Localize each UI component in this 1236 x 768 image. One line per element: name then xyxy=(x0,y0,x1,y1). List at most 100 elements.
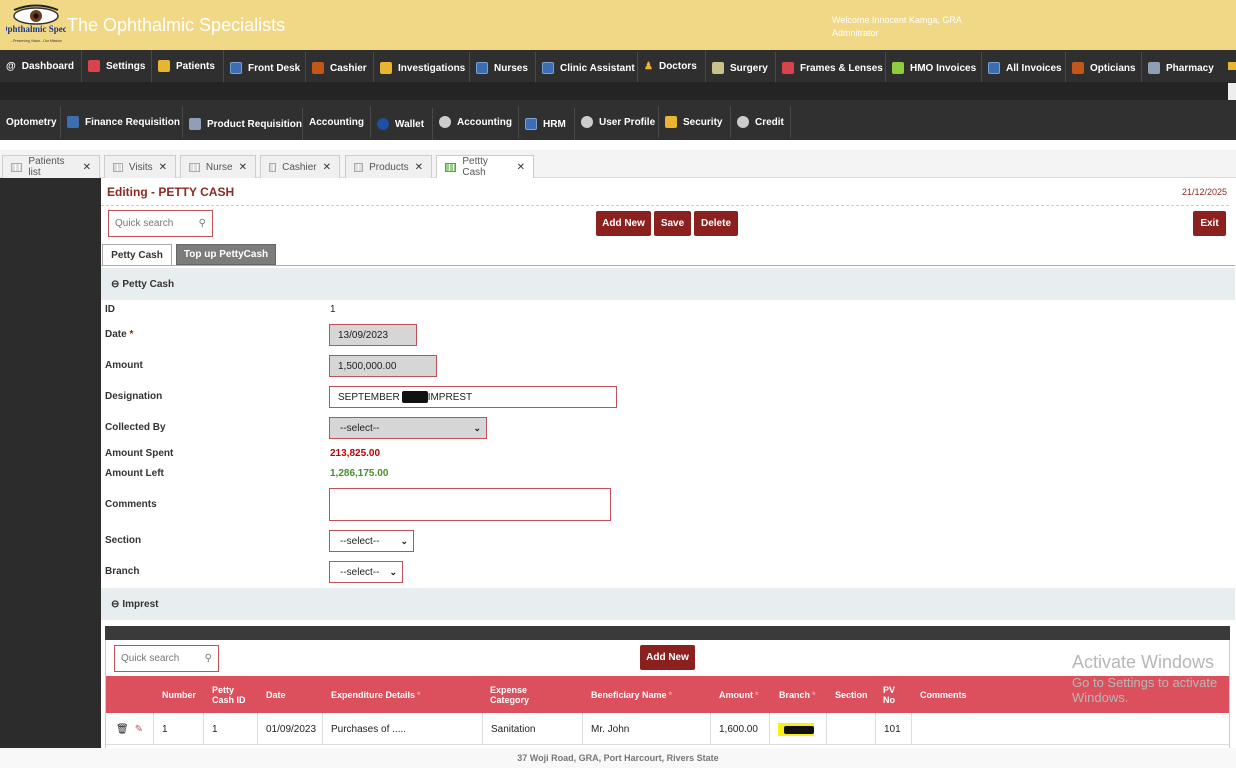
nav-wallet[interactable]: Wallet xyxy=(371,108,433,140)
nav-dashboard[interactable]: @ Dashboard xyxy=(0,50,82,82)
edit-icon[interactable]: ✎ xyxy=(135,724,143,735)
nav-opticians[interactable]: Opticians xyxy=(1066,52,1142,84)
nav-accounting-2[interactable]: Accounting xyxy=(433,106,519,138)
close-icon[interactable]: ✕ xyxy=(323,162,331,173)
quick-search-input[interactable]: Quick search ⚲ xyxy=(108,210,213,237)
grid-add-new-button[interactable]: Add New xyxy=(640,645,695,670)
section-title: Petty Cash xyxy=(122,278,175,290)
nav-finance-requisition[interactable]: Finance Requisition xyxy=(61,106,183,138)
close-icon[interactable]: ✕ xyxy=(83,162,91,173)
search-icon: ⚲ xyxy=(204,653,212,664)
tab-petty-cash[interactable]: Pettty Cash ✕ xyxy=(436,155,534,178)
column-header-amount[interactable]: Amount * xyxy=(719,676,759,713)
section-header-imprest[interactable]: ⊖ Imprest xyxy=(101,588,1235,620)
nav-accounting-1[interactable]: Accounting xyxy=(303,106,371,138)
nav-label: All Invoices xyxy=(1006,62,1062,74)
redaction-mark xyxy=(401,391,428,403)
tab-products[interactable]: Products ✕ xyxy=(345,155,432,178)
header-label: Number xyxy=(162,689,197,700)
close-icon[interactable]: ✕ xyxy=(415,162,423,173)
table-row[interactable]: 🗑 ✎ 1 1 01/09/2023 Purchases of ..... Sa… xyxy=(106,713,1229,745)
nav-cashier[interactable]: Cashier xyxy=(306,52,374,84)
nav-pharmacy[interactable]: Pharmacy xyxy=(1142,52,1222,84)
welcome-text: Welcome Innocent Kamga, GRA xyxy=(832,15,962,25)
nav-all-invoices[interactable]: All Invoices xyxy=(982,52,1066,84)
close-icon[interactable]: ✕ xyxy=(159,162,167,173)
nav-credit[interactable]: Credit xyxy=(731,106,791,138)
header-label: Comments xyxy=(920,689,967,700)
nav-clinic-assistant[interactable]: Clinic Assistant xyxy=(536,52,638,84)
nav-optometry[interactable]: Optometry xyxy=(0,106,61,138)
nav-settings[interactable]: Settings xyxy=(82,50,152,82)
nav-label: Credit xyxy=(755,116,784,128)
collected-by-label: Collected By xyxy=(105,422,166,433)
nav-label: Accounting xyxy=(309,116,364,128)
nav-surgery[interactable]: Surgery xyxy=(706,52,776,84)
nav-security[interactable]: Security xyxy=(659,106,731,138)
tab-petty-cash-form[interactable]: Petty Cash xyxy=(102,244,172,265)
nav-frames-lenses[interactable]: Frames & Lenses xyxy=(776,52,886,84)
column-header-date[interactable]: Date xyxy=(266,676,286,713)
tab-visits[interactable]: Visits ✕ xyxy=(104,155,176,178)
patients-icon xyxy=(158,60,170,72)
delete-button[interactable]: Delete xyxy=(694,211,738,236)
tab-cashier[interactable]: Cashier ✕ xyxy=(260,155,340,178)
surgery-icon xyxy=(712,62,724,74)
tab-label: Patients list xyxy=(28,156,65,178)
column-header-petty-cash-id[interactable]: Petty Cash ID xyxy=(212,676,256,713)
nav-hrm[interactable]: HRM xyxy=(519,108,575,140)
nav-user-profile[interactable]: User Profile xyxy=(575,106,659,138)
column-header-expense-category[interactable]: Expense Category xyxy=(490,676,538,713)
investigations-icon xyxy=(380,62,392,74)
collected-by-select[interactable]: --select-- ⌄ xyxy=(329,417,487,439)
tab-patients-list[interactable]: Patients list ✕ xyxy=(2,155,100,178)
collapse-icon[interactable]: ⊖ xyxy=(111,279,119,290)
column-header-pv-no[interactable]: PV No xyxy=(883,676,905,713)
grid-toolbar-strip xyxy=(105,626,1230,640)
column-header-comments[interactable]: Comments xyxy=(920,676,967,713)
required-marker: * xyxy=(668,689,673,700)
nav-front-desk[interactable]: Front Desk xyxy=(224,52,306,84)
nav-patients[interactable]: Patients xyxy=(152,50,224,82)
column-header-branch[interactable]: Branch * xyxy=(779,676,816,713)
header-label: Expense Category xyxy=(490,684,530,705)
comments-textarea[interactable] xyxy=(329,488,611,521)
tab-nurse[interactable]: Nurse ✕ xyxy=(180,155,256,178)
tab-top-up-petty-cash[interactable]: Top up PettyCash xyxy=(176,244,276,265)
nav-doctors[interactable]: ♟ Doctors xyxy=(638,50,706,82)
nav-product-requisition[interactable]: Product Requisition xyxy=(183,108,303,140)
nav-nurses[interactable]: Nurses xyxy=(470,52,536,84)
section-select[interactable]: --select-- ⌄ xyxy=(329,530,414,552)
column-header-beneficiary-name[interactable]: Beneficiary Name * xyxy=(591,676,672,713)
pharmacy-icon xyxy=(1148,62,1160,74)
column-header-expenditure-details[interactable]: Expenditure Details * xyxy=(331,676,421,713)
date-field[interactable]: 13/09/2023 xyxy=(329,324,417,346)
nav-label: Nurses xyxy=(494,62,528,74)
page-title: Editing - PETTY CASH xyxy=(107,185,235,199)
cell-expenditure-details: Purchases of ..... xyxy=(323,713,483,745)
column-header-number[interactable]: Number xyxy=(162,676,196,713)
branch-select[interactable]: --select-- ⌄ xyxy=(329,561,403,583)
nav-investigations[interactable]: Investigations xyxy=(374,52,470,84)
section-header-petty-cash[interactable]: ⊖ Petty Cash xyxy=(101,268,1235,300)
finance-icon xyxy=(67,116,79,128)
grid-quick-search-input[interactable]: Quick search ⚲ xyxy=(114,645,219,672)
nav-strip xyxy=(0,82,1236,100)
nav-hmo-invoices[interactable]: HMO Invoices xyxy=(886,52,982,84)
save-button[interactable]: Save xyxy=(654,211,691,236)
divider xyxy=(101,265,1235,266)
close-icon[interactable]: ✕ xyxy=(517,162,525,173)
nav-label: Clinic Assistant xyxy=(560,62,635,74)
close-icon[interactable]: ✕ xyxy=(239,162,247,173)
amount-field[interactable]: 1,500,000.00 xyxy=(329,355,437,377)
amount-spent-label: Amount Spent xyxy=(105,448,174,459)
cell-number: 1 xyxy=(154,713,204,745)
column-header-section[interactable]: Section xyxy=(835,676,868,713)
lock-icon xyxy=(665,116,677,128)
add-new-button[interactable]: Add New xyxy=(596,211,651,236)
collapse-icon[interactable]: ⊖ xyxy=(111,599,119,610)
designation-field[interactable]: SEPTEMBER IMPREST xyxy=(329,386,617,408)
trash-icon[interactable]: 🗑 xyxy=(116,724,129,735)
exit-button[interactable]: Exit xyxy=(1193,211,1226,236)
nav-scroll-button[interactable] xyxy=(1228,83,1236,101)
